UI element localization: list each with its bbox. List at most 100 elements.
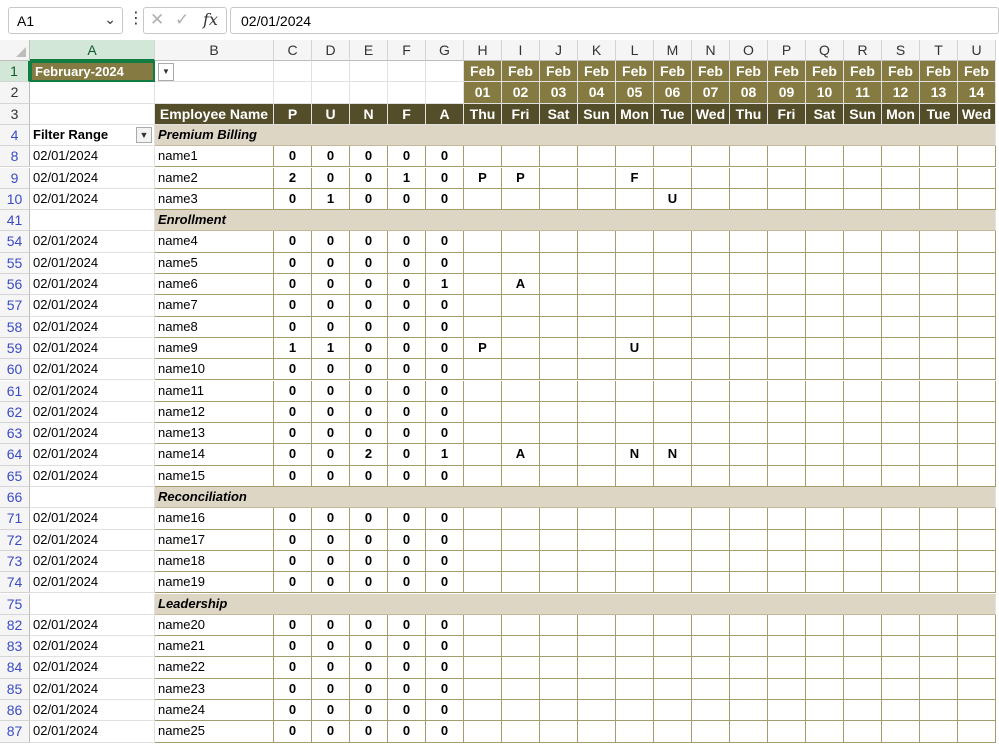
attendance-cell[interactable] <box>654 146 692 168</box>
column-header-d[interactable]: D <box>312 40 350 61</box>
attendance-cell[interactable] <box>806 508 844 530</box>
count-cell[interactable]: 0 <box>388 550 426 573</box>
attendance-cell[interactable] <box>578 423 616 445</box>
attendance-cell[interactable] <box>464 465 502 487</box>
attendance-cell[interactable] <box>730 614 768 637</box>
column-header-s[interactable]: S <box>882 40 920 61</box>
row-header[interactable]: 73 <box>0 550 30 573</box>
attendance-cell[interactable] <box>882 167 920 189</box>
row-header[interactable]: 41 <box>0 210 30 232</box>
attendance-cell[interactable] <box>654 614 692 637</box>
attendance-cell[interactable] <box>464 572 502 594</box>
attendance-cell[interactable] <box>768 572 806 594</box>
attendance-cell[interactable] <box>540 188 578 211</box>
row-header[interactable]: 82 <box>0 614 30 637</box>
row-header[interactable]: 57 <box>0 295 30 317</box>
employee-name-cell[interactable]: name14 <box>155 444 274 466</box>
attendance-cell[interactable] <box>616 274 654 296</box>
count-cell[interactable]: 0 <box>350 167 388 189</box>
count-cell[interactable]: 0 <box>426 295 464 317</box>
count-cell[interactable]: 0 <box>426 231 464 253</box>
row-header[interactable]: 83 <box>0 636 30 658</box>
attendance-cell[interactable] <box>578 572 616 594</box>
count-cell[interactable]: 0 <box>312 529 350 551</box>
count-cell[interactable]: 0 <box>426 465 464 487</box>
attendance-cell[interactable] <box>844 252 882 274</box>
attendance-cell[interactable] <box>958 657 996 679</box>
count-cell[interactable]: 1 <box>312 188 350 211</box>
count-cell[interactable]: 0 <box>388 316 426 338</box>
attendance-cell[interactable] <box>844 359 882 381</box>
attendance-cell[interactable] <box>882 295 920 317</box>
count-cell[interactable]: 0 <box>312 146 350 168</box>
attendance-cell[interactable] <box>844 167 882 189</box>
attendance-cell[interactable] <box>730 444 768 466</box>
attendance-cell[interactable] <box>502 721 540 743</box>
attendance-cell[interactable] <box>920 508 958 530</box>
attendance-cell[interactable] <box>540 423 578 445</box>
count-cell[interactable]: 1 <box>426 444 464 466</box>
count-cell[interactable]: 0 <box>388 274 426 296</box>
attendance-cell[interactable] <box>958 614 996 637</box>
attendance-cell[interactable] <box>578 188 616 211</box>
column-header-h[interactable]: H <box>464 40 502 61</box>
count-cell[interactable]: 0 <box>350 423 388 445</box>
employee-name-cell[interactable]: name17 <box>155 529 274 551</box>
column-header-o[interactable]: O <box>730 40 768 61</box>
attendance-cell[interactable] <box>540 380 578 402</box>
attendance-cell[interactable] <box>882 657 920 679</box>
count-cell[interactable]: 0 <box>274 146 312 168</box>
attendance-cell[interactable] <box>882 444 920 466</box>
attendance-cell[interactable] <box>502 529 540 551</box>
attendance-cell[interactable] <box>768 231 806 253</box>
date-cell[interactable]: 02/01/2024 <box>30 529 155 551</box>
attendance-cell[interactable] <box>654 572 692 594</box>
attendance-cell[interactable] <box>464 444 502 466</box>
attendance-cell[interactable] <box>616 359 654 381</box>
attendance-cell[interactable] <box>768 423 806 445</box>
attendance-cell[interactable] <box>844 465 882 487</box>
attendance-cell[interactable] <box>730 146 768 168</box>
attendance-cell[interactable] <box>692 337 730 360</box>
attendance-cell[interactable] <box>920 167 958 189</box>
attendance-cell[interactable] <box>654 678 692 700</box>
count-cell[interactable]: 2 <box>350 444 388 466</box>
attendance-cell[interactable] <box>616 529 654 551</box>
date-cell[interactable]: 02/01/2024 <box>30 167 155 189</box>
attendance-cell[interactable] <box>844 700 882 722</box>
count-cell[interactable]: 0 <box>350 678 388 700</box>
attendance-cell[interactable] <box>692 423 730 445</box>
attendance-cell[interactable] <box>882 274 920 296</box>
count-cell[interactable]: 0 <box>350 337 388 360</box>
date-cell[interactable]: 02/01/2024 <box>30 274 155 296</box>
date-cell[interactable]: 02/01/2024 <box>30 252 155 274</box>
attendance-mark[interactable]: F <box>616 167 654 189</box>
count-cell[interactable]: 0 <box>388 231 426 253</box>
employee-name-cell[interactable]: name25 <box>155 721 274 743</box>
attendance-cell[interactable] <box>806 529 844 551</box>
count-cell[interactable]: 0 <box>274 465 312 487</box>
attendance-cell[interactable] <box>654 274 692 296</box>
attendance-cell[interactable] <box>692 636 730 658</box>
dropdown-arrow-icon[interactable]: ▼ <box>158 63 174 81</box>
attendance-cell[interactable] <box>616 678 654 700</box>
attendance-cell[interactable] <box>730 529 768 551</box>
attendance-cell[interactable] <box>730 401 768 424</box>
count-cell[interactable]: 0 <box>426 721 464 743</box>
count-cell[interactable]: 0 <box>312 614 350 637</box>
attendance-cell[interactable] <box>730 337 768 360</box>
attendance-cell[interactable] <box>958 636 996 658</box>
cell[interactable] <box>426 82 464 104</box>
attendance-cell[interactable] <box>616 252 654 274</box>
count-cell[interactable]: 0 <box>350 700 388 722</box>
count-cell[interactable]: 1 <box>388 167 426 189</box>
attendance-cell[interactable] <box>616 572 654 594</box>
count-cell[interactable]: 0 <box>426 167 464 189</box>
attendance-cell[interactable] <box>882 316 920 338</box>
count-cell[interactable]: 0 <box>350 316 388 338</box>
attendance-cell[interactable] <box>502 508 540 530</box>
attendance-cell[interactable] <box>844 295 882 317</box>
employee-name-cell[interactable]: name8 <box>155 316 274 338</box>
attendance-cell[interactable] <box>768 636 806 658</box>
count-cell[interactable]: 0 <box>312 636 350 658</box>
